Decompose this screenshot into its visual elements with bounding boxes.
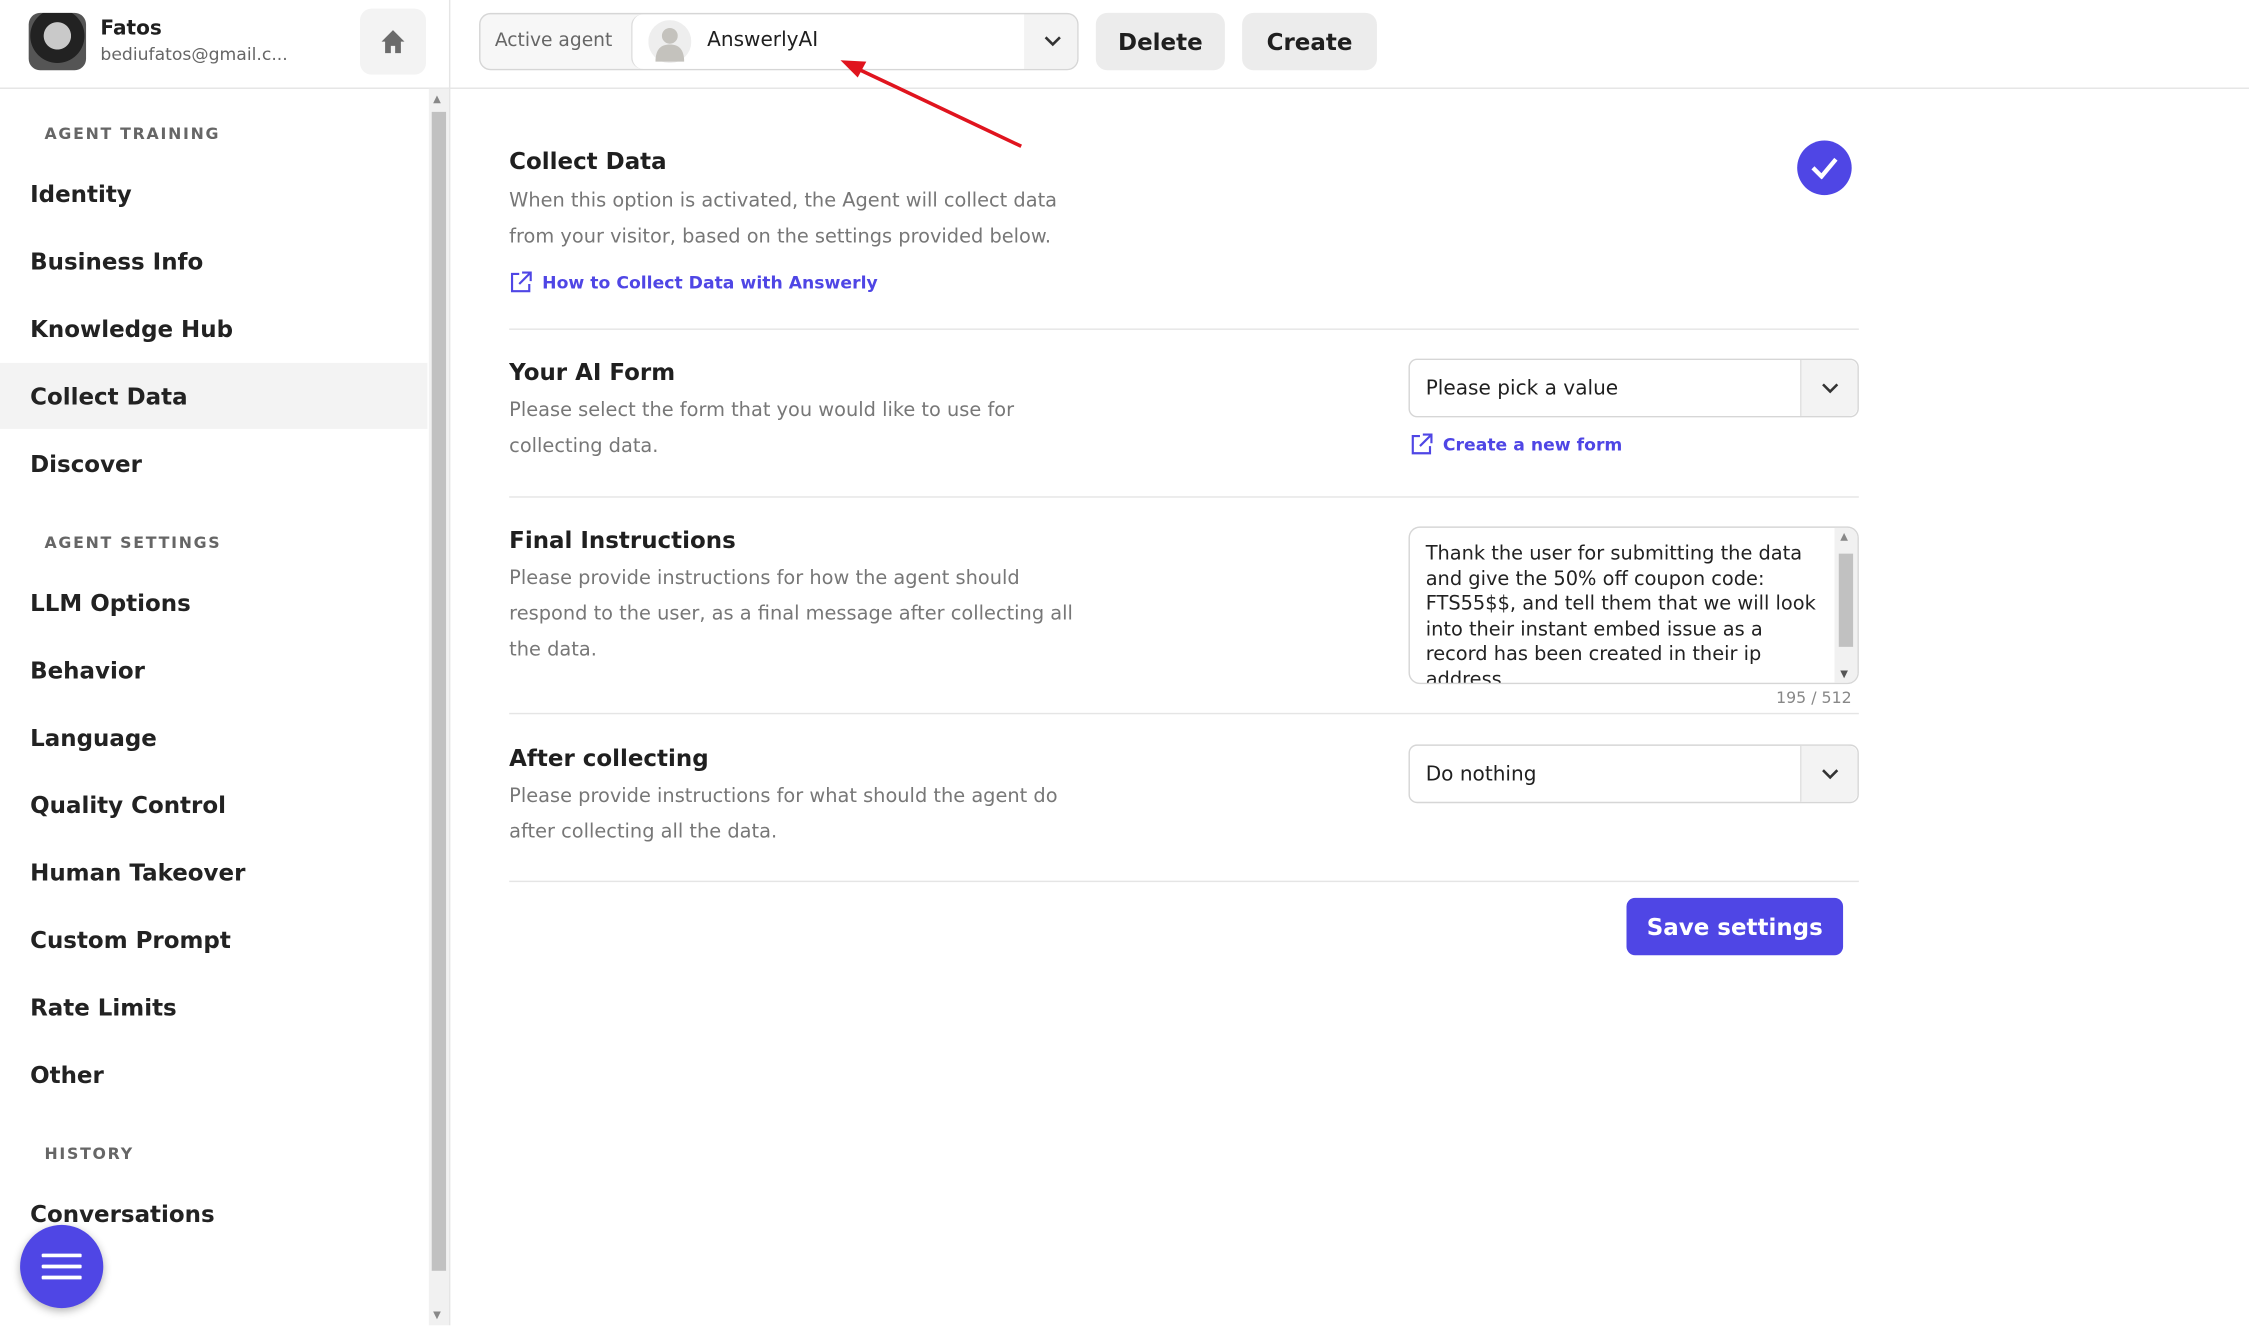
ai-form-title: Your AI Form [509,358,676,386]
avatar[interactable] [28,12,87,71]
create-form-link[interactable]: Create a new form [1410,433,1622,456]
after-collecting-description: Please provide instructions for what sho… [509,784,1058,844]
final-instructions-description: Please provide instructions for how the … [509,566,1073,662]
agent-name: AnswerlyAI [707,28,819,52]
delete-button[interactable]: Delete [1095,12,1225,71]
chevron-down-icon [1821,768,1838,779]
sidebar-item-other[interactable]: Other [0,1041,427,1107]
create-button[interactable]: Create [1242,12,1377,71]
sidebar-item-rate-limits[interactable]: Rate Limits [0,974,427,1040]
character-counter: 195 / 512 [1776,688,1852,708]
checkmark-icon [1811,157,1838,180]
sidebar-item-language[interactable]: Language [0,704,427,770]
after-collecting-select-value: Do nothing [1425,762,1537,786]
agent-dropdown-toggle[interactable] [1024,14,1078,69]
final-instructions-textarea[interactable]: Thank the user for submitting the data a… [1408,526,1859,685]
sidebar-item-human-takeover[interactable]: Human Takeover [0,839,427,905]
user-name: Fatos [100,17,162,41]
active-agent-label: Active agent [494,30,613,52]
home-icon [381,30,405,54]
ai-form-select[interactable]: Please pick a value [1408,358,1859,418]
sidebar-scroll-thumb[interactable] [431,111,447,1271]
sidebar-section-title: AGENT SETTINGS [44,533,222,553]
sidebar-item-behavior[interactable]: Behavior [0,637,427,703]
user-email: bediufatos@gmail.c... [100,44,288,65]
agent-select[interactable]: AnswerlyAI [631,14,1025,69]
after-collecting-select[interactable]: Do nothing [1408,744,1859,804]
collect-data-help-link[interactable]: How to Collect Data with Answerly [509,271,878,294]
collect-data-title: Collect Data [509,147,667,175]
final-instructions-value: Thank the user for submitting the data a… [1425,542,1816,685]
sidebar-item-identity[interactable]: Identity [0,161,427,227]
sidebar-item-custom-prompt[interactable]: Custom Prompt [0,906,427,972]
active-agent-group: Active agent AnswerlyAI [479,12,1079,71]
ai-form-select-value: Please pick a value [1425,376,1619,400]
sidebar: Fatos bediufatos@gmail.c... AGENT TRAINI… [0,0,451,1326]
sidebar-item-discover[interactable]: Discover [0,430,427,496]
collect-data-description: When this option is activated, the Agent… [509,189,1058,249]
agent-avatar-icon [648,20,692,64]
external-link-icon [510,271,532,293]
sidebar-item-collect-data[interactable]: Collect Data [0,362,428,429]
scroll-up-arrow-icon[interactable]: ▲ [433,93,441,104]
divider [509,712,1859,715]
sidebar-section-title: HISTORY [44,1144,134,1164]
textarea-scrollbar[interactable]: ▲ ▼ [1834,527,1858,683]
scroll-down-arrow-icon[interactable]: ▼ [433,1310,441,1321]
menu-fab-button[interactable] [20,1224,104,1309]
chevron-down-icon [1043,36,1061,47]
divider [509,880,1859,883]
external-link-icon [1411,433,1433,455]
home-button[interactable] [360,8,426,75]
sidebar-item-knowledge-hub[interactable]: Knowledge Hub [0,295,427,361]
save-settings-button[interactable]: Save settings [1626,897,1844,956]
after-collecting-title: After collecting [509,744,709,772]
collect-data-help-link-text: How to Collect Data with Answerly [542,272,878,293]
divider [509,328,1859,330]
sidebar-item-business-info[interactable]: Business Info [0,228,427,294]
sidebar-section-title: AGENT TRAINING [44,124,221,144]
final-instructions-title: Final Instructions [509,526,736,554]
chevron-down-icon [1821,382,1838,393]
collect-data-toggle[interactable] [1797,140,1852,196]
sidebar-item-quality-control[interactable]: Quality Control [0,772,427,838]
sidebar-item-llm-options[interactable]: LLM Options [0,569,427,635]
ai-form-description: Please select the form that you would li… [509,398,1015,458]
hamburger-icon [41,1253,82,1280]
divider [509,496,1859,498]
create-form-link-text: Create a new form [1442,434,1623,455]
